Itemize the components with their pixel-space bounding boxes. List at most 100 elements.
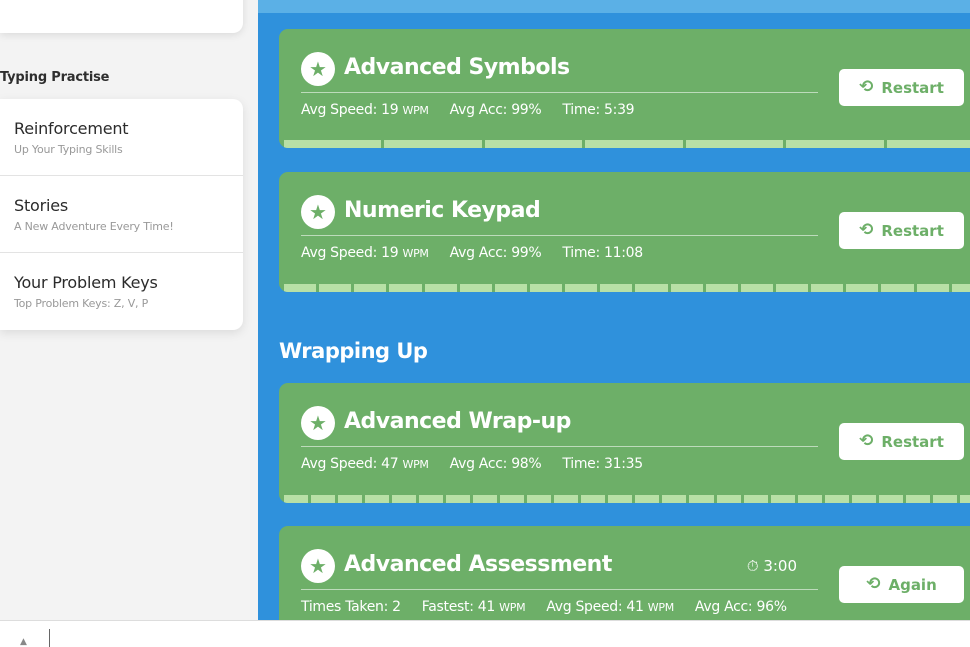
- progress-segment: [770, 495, 795, 503]
- avg-accuracy: Avg Acc: 98%: [449, 456, 542, 472]
- progress-segment: [392, 495, 417, 503]
- sidebar-item-stories[interactable]: Stories A New Adventure Every Time!: [0, 176, 243, 253]
- progress-bar: [284, 495, 970, 503]
- progress-segment: [554, 495, 579, 503]
- sidebar: Typing Practise Reinforcement Up Your Ty…: [0, 0, 258, 620]
- progress-segment: [743, 495, 768, 503]
- lesson-card-numeric-keypad[interactable]: ★ Numeric Keypad Avg Speed: 19 WPM Avg A…: [279, 172, 970, 292]
- star-icon: ★: [301, 406, 335, 440]
- progress-segment: [354, 284, 387, 292]
- lesson-stats: Avg Speed: 47 WPM Avg Acc: 98% Time: 31:…: [301, 456, 643, 472]
- progress-segment: [384, 140, 482, 148]
- progress-segment: [824, 495, 849, 503]
- lesson-card-advanced-assessment[interactable]: ★ Advanced Assessment ⏱ 3:00 Times Taken…: [279, 526, 970, 620]
- progress-segment: [886, 140, 970, 148]
- lesson-time: Time: 5:39: [562, 102, 635, 118]
- progress-segment: [284, 284, 317, 292]
- stopwatch-icon: ⏱: [746, 557, 759, 575]
- avg-speed: Avg Speed: 41 WPM: [546, 599, 674, 615]
- star-icon: ★: [301, 195, 335, 229]
- progress-segment: [932, 495, 957, 503]
- progress-segment: [446, 495, 471, 503]
- progress-segment: [689, 495, 714, 503]
- progress-segment: [565, 284, 598, 292]
- lesson-stats: Times Taken: 2 Fastest: 41 WPM Avg Speed…: [301, 599, 787, 615]
- progress-segment: [662, 495, 687, 503]
- caret-icon: ▲: [20, 637, 27, 647]
- sidebar-item-title: Stories: [14, 196, 69, 215]
- restart-button[interactable]: ⟲ Restart: [839, 69, 964, 106]
- restart-button[interactable]: ⟲ Restart: [839, 423, 964, 460]
- star-icon: ★: [301, 52, 335, 86]
- progress-segment: [740, 284, 773, 292]
- lesson-title: Advanced Assessment: [344, 552, 612, 577]
- lesson-title: Numeric Keypad: [344, 198, 541, 223]
- progress-segment: [284, 140, 382, 148]
- progress-segment: [581, 495, 606, 503]
- progress-segment: [811, 284, 844, 292]
- progress-segment: [905, 495, 930, 503]
- progress-segment: [878, 495, 903, 503]
- progress-segment: [716, 495, 741, 503]
- restart-label: Restart: [881, 221, 944, 240]
- progress-segment: [775, 284, 809, 292]
- progress-segment: [494, 284, 527, 292]
- text-cursor: [49, 629, 50, 647]
- progress-bar: [284, 284, 970, 292]
- progress-segment: [959, 495, 970, 503]
- again-button[interactable]: ⟲ Again: [839, 566, 964, 603]
- progress-segment: [786, 140, 884, 148]
- progress-segment: [529, 284, 563, 292]
- avg-speed: Avg Speed: 19 WPM: [301, 102, 429, 118]
- lesson-time: Time: 31:35: [562, 456, 643, 472]
- progress-segment: [473, 495, 498, 503]
- lesson-title: Advanced Wrap-up: [344, 409, 571, 434]
- restart-label: Restart: [881, 432, 944, 451]
- history-icon: ⟲: [859, 431, 874, 451]
- sidebar-item-title: Your Problem Keys: [14, 273, 158, 292]
- restart-button[interactable]: ⟲ Restart: [839, 212, 964, 249]
- progress-segment: [419, 495, 444, 503]
- sidebar-item-subtitle: Top Problem Keys: Z, V, P: [14, 297, 149, 310]
- times-taken: Times Taken: 2: [301, 599, 401, 615]
- sidebar-top-card[interactable]: [0, 0, 243, 33]
- sidebar-item-subtitle: A New Adventure Every Time!: [14, 220, 174, 233]
- restart-label: Restart: [881, 78, 944, 97]
- star-icon: ★: [301, 549, 335, 583]
- sidebar-item-problem-keys[interactable]: Your Problem Keys Top Problem Keys: Z, V…: [0, 253, 243, 330]
- avg-accuracy: Avg Acc: 96%: [694, 599, 787, 615]
- lesson-time: Time: 11:08: [562, 245, 643, 261]
- lesson-list: ★ Advanced Symbols Avg Speed: 19 WPM Avg…: [258, 0, 970, 620]
- progress-segment: [527, 495, 552, 503]
- progress-segment: [670, 284, 703, 292]
- section-title: Wrapping Up: [279, 339, 428, 363]
- progress-segment: [600, 284, 633, 292]
- progress-segment: [951, 284, 970, 292]
- progress-segment: [459, 284, 492, 292]
- progress-segment: [484, 140, 583, 148]
- history-icon: ⟲: [859, 77, 874, 97]
- assessment-timer: ⏱ 3:00: [746, 557, 797, 575]
- sidebar-item-reinforcement[interactable]: Reinforcement Up Your Typing Skills: [0, 99, 243, 176]
- fastest-speed: Fastest: 41 WPM: [421, 599, 526, 615]
- progress-segment: [585, 140, 683, 148]
- lesson-card-advanced-wrap-up[interactable]: ★ Advanced Wrap-up Avg Speed: 47 WPM Avg…: [279, 383, 970, 503]
- avg-accuracy: Avg Acc: 99%: [449, 245, 542, 261]
- avg-speed: Avg Speed: 47 WPM: [301, 456, 429, 472]
- sidebar-heading: Typing Practise: [0, 70, 110, 85]
- progress-segment: [635, 284, 668, 292]
- history-icon: ⟲: [866, 574, 881, 594]
- divider: [301, 92, 818, 93]
- divider: [301, 446, 818, 447]
- avg-accuracy: Avg Acc: 99%: [449, 102, 542, 118]
- progress-segment: [500, 495, 525, 503]
- history-icon: ⟲: [859, 220, 874, 240]
- lesson-title: Advanced Symbols: [344, 55, 570, 80]
- progress-segment: [881, 284, 914, 292]
- progress-segment: [846, 284, 879, 292]
- lesson-card-advanced-symbols[interactable]: ★ Advanced Symbols Avg Speed: 19 WPM Avg…: [279, 29, 970, 148]
- again-label: Again: [888, 575, 937, 594]
- progress-segment: [311, 495, 336, 503]
- progress-segment: [608, 495, 633, 503]
- progress-segment: [685, 140, 784, 148]
